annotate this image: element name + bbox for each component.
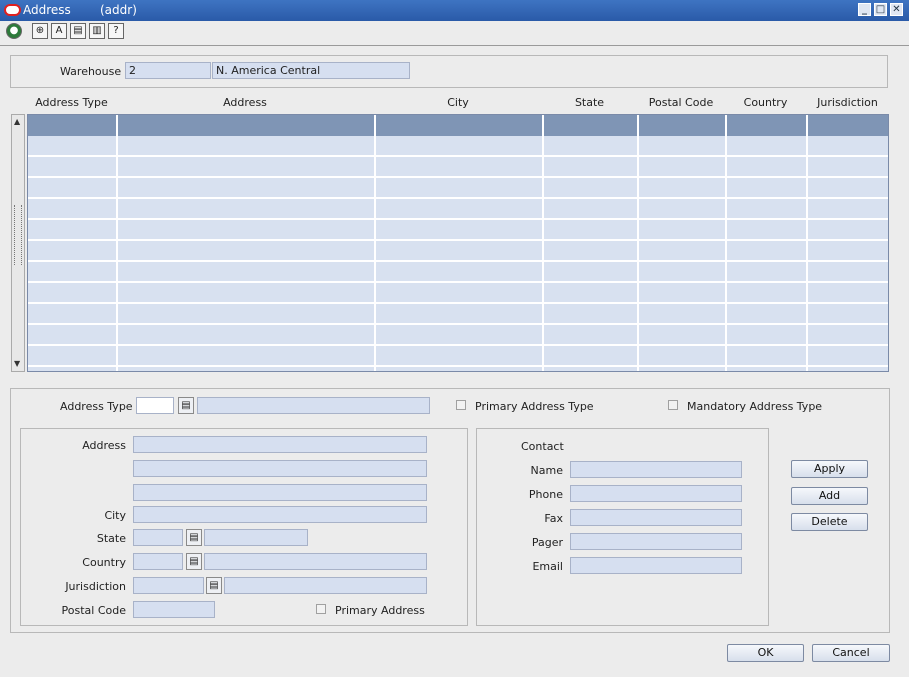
maximize-button[interactable]: □: [874, 3, 887, 16]
contact-name-field[interactable]: [570, 461, 742, 478]
apply-button[interactable]: Apply: [791, 460, 868, 478]
primary-address-type-checkbox[interactable]: [456, 400, 466, 410]
delete-button[interactable]: Delete: [791, 513, 868, 531]
address-label: Address: [82, 439, 126, 452]
primary-address-label: Primary Address: [335, 604, 425, 617]
table-row[interactable]: [28, 220, 888, 241]
column-divider: [725, 115, 727, 371]
add-button[interactable]: Add: [791, 487, 868, 505]
col-header-address-type[interactable]: Address Type: [27, 96, 116, 109]
name-label: Name: [530, 464, 563, 477]
mandatory-address-type-checkbox[interactable]: [668, 400, 678, 410]
state-desc-field: [204, 529, 308, 546]
column-divider: [806, 115, 808, 371]
table-row[interactable]: [28, 157, 888, 178]
postal-code-field[interactable]: [133, 601, 215, 618]
jurisdiction-field[interactable]: [133, 577, 204, 594]
spellcheck-icon[interactable]: A: [51, 23, 67, 39]
globe-icon[interactable]: ●: [6, 23, 22, 39]
col-header-postal-code[interactable]: Postal Code: [637, 96, 725, 109]
city-label: City: [104, 509, 126, 522]
toolbar-separator: [0, 45, 909, 46]
scroll-thumb[interactable]: [14, 205, 22, 265]
mandatory-address-type-label: Mandatory Address Type: [687, 400, 823, 413]
column-divider: [116, 115, 118, 371]
column-divider: [637, 115, 639, 371]
email-label: Email: [532, 560, 563, 573]
warehouse-id-field[interactable]: 2: [125, 62, 211, 79]
table-selected-row[interactable]: [28, 115, 888, 136]
state-lov-button[interactable]: ▤: [186, 529, 202, 546]
print-icon[interactable]: ▥: [89, 23, 105, 39]
country-desc-field: [204, 553, 427, 570]
oracle-logo-icon: [4, 4, 21, 16]
close-button[interactable]: ✕: [890, 3, 903, 16]
table-row[interactable]: [28, 283, 888, 304]
ok-button[interactable]: OK: [727, 644, 804, 662]
window-subtitle: (addr): [100, 3, 137, 17]
col-header-country[interactable]: Country: [725, 96, 806, 109]
minimize-button[interactable]: _: [858, 3, 871, 16]
address-line-3-field[interactable]: [133, 484, 427, 501]
table-row[interactable]: [28, 304, 888, 325]
country-lov-button[interactable]: ▤: [186, 553, 202, 570]
country-field[interactable]: [133, 553, 183, 570]
city-field[interactable]: [133, 506, 427, 523]
col-header-state[interactable]: State: [542, 96, 637, 109]
column-divider: [374, 115, 376, 371]
address-table: [27, 114, 889, 372]
address-type-lov-button[interactable]: ▤: [178, 397, 194, 414]
pager-label: Pager: [531, 536, 563, 549]
email-field[interactable]: [570, 557, 742, 574]
primary-address-type-label: Primary Address Type: [475, 400, 594, 413]
col-header-address[interactable]: Address: [116, 96, 374, 109]
table-row[interactable]: [28, 346, 888, 367]
table-row[interactable]: [28, 199, 888, 220]
help-icon[interactable]: ?: [108, 23, 124, 39]
scroll-down-icon[interactable]: ▼: [14, 359, 20, 368]
phone-label: Phone: [528, 488, 563, 501]
warehouse-name-field: N. America Central: [212, 62, 410, 79]
table-row[interactable]: [28, 241, 888, 262]
pager-field[interactable]: [570, 533, 742, 550]
jurisdiction-desc-field: [224, 577, 427, 594]
title-bar: Address (addr) _ □ ✕: [0, 0, 909, 21]
fax-label: Fax: [544, 512, 563, 525]
country-label: Country: [82, 556, 126, 569]
address-line-2-field[interactable]: [133, 460, 427, 477]
table-scrollbar[interactable]: ▲ ▼: [11, 114, 25, 372]
phone-field[interactable]: [570, 485, 742, 502]
state-label: State: [96, 532, 126, 545]
address-type-label: Address Type: [60, 400, 133, 413]
table-row[interactable]: [28, 136, 888, 157]
col-header-jurisdiction[interactable]: Jurisdiction: [806, 96, 889, 109]
table-row[interactable]: [28, 325, 888, 346]
postal-code-label: Postal Code: [61, 604, 126, 617]
address-type-desc-field: [197, 397, 430, 414]
copy-icon[interactable]: ▤: [70, 23, 86, 39]
table-row[interactable]: [28, 178, 888, 199]
address-type-field[interactable]: [136, 397, 174, 414]
primary-address-checkbox[interactable]: [316, 604, 326, 614]
fax-field[interactable]: [570, 509, 742, 526]
contact-label: Contact: [521, 440, 564, 453]
scroll-up-icon[interactable]: ▲: [14, 117, 20, 126]
state-field[interactable]: [133, 529, 183, 546]
jurisdiction-lov-button[interactable]: ▤: [206, 577, 222, 594]
cancel-button[interactable]: Cancel: [812, 644, 890, 662]
column-divider: [542, 115, 544, 371]
col-header-city[interactable]: City: [374, 96, 542, 109]
table-row[interactable]: [28, 262, 888, 283]
address-subpanel: [20, 428, 468, 626]
help-web-icon[interactable]: ⊕: [32, 23, 48, 39]
warehouse-label: Warehouse: [60, 65, 122, 78]
contact-subpanel: [476, 428, 769, 626]
jurisdiction-label: Jurisdiction: [65, 580, 126, 593]
window-title: Address: [23, 3, 71, 17]
address-line-1-field[interactable]: [133, 436, 427, 453]
